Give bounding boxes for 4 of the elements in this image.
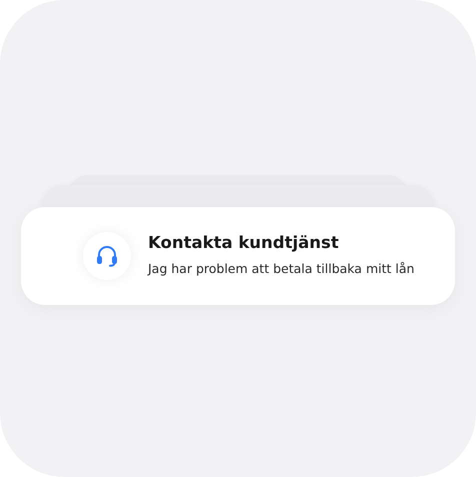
card-title: Kontakta kundtjänst bbox=[148, 232, 340, 252]
support-card[interactable]: Kontakta kundtjänst Jag har problem att betala tillbaka mitt lån bbox=[21, 207, 455, 305]
headset-icon bbox=[96, 245, 118, 267]
card-subtitle: Jag har problem att betala tillbaka mitt lån bbox=[148, 260, 414, 276]
